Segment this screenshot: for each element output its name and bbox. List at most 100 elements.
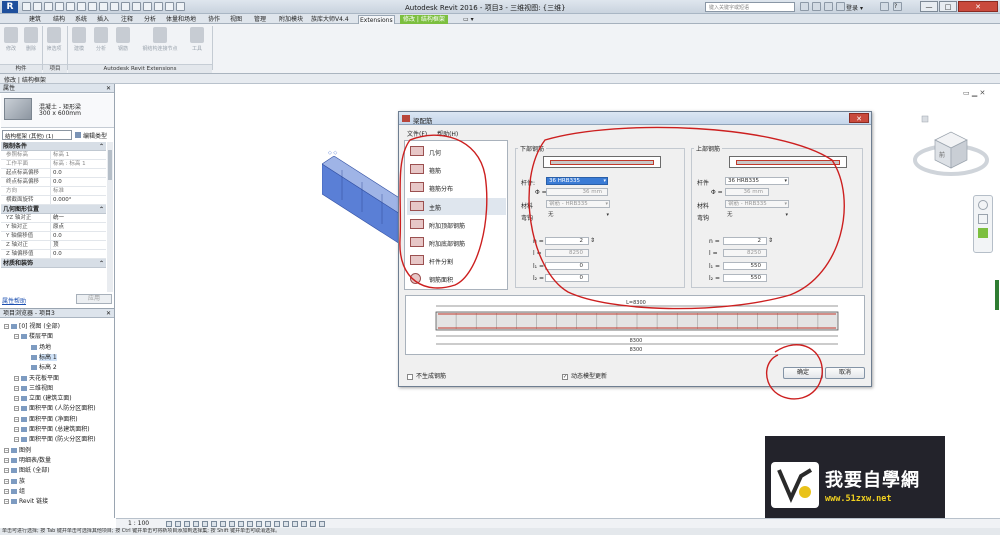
bottom-hook-select[interactable]: 无 ▾ <box>546 212 610 220</box>
expand-icon[interactable]: − <box>14 427 19 432</box>
browser-item[interactable]: − 族 <box>4 476 25 485</box>
view-control-icon[interactable] <box>175 521 181 527</box>
home-icon[interactable] <box>921 115 929 123</box>
collapse-icon[interactable]: ⌃ <box>99 206 104 213</box>
expand-icon[interactable]: − <box>4 478 9 484</box>
prop-value[interactable]: 0.0 <box>51 169 106 177</box>
view-control-icon[interactable] <box>238 521 244 527</box>
ok-button[interactable]: 确定 <box>783 367 823 379</box>
dynamic-update-checkbox[interactable]: ✓ 动态模型更新 <box>562 371 607 380</box>
expand-icon[interactable]: − <box>4 324 9 329</box>
prop-section-header[interactable]: 材质和装饰 ⌃ <box>1 259 106 268</box>
view-control-icon[interactable] <box>265 521 271 527</box>
dimension-icon[interactable] <box>99 2 108 11</box>
user-icon[interactable] <box>836 2 845 11</box>
view-window-controls[interactable]: ▭ ▁ ✕ <box>963 89 985 97</box>
param-field[interactable]: 0 <box>545 274 589 282</box>
binoculars-icon[interactable] <box>800 2 809 11</box>
prop-value[interactable]: 原点 <box>51 223 106 231</box>
expand-icon[interactable]: − <box>14 396 19 402</box>
view-control-icon[interactable] <box>256 521 262 527</box>
browser-item[interactable]: − 明细表/数量 <box>4 455 51 464</box>
collapse-icon[interactable]: ⌃ <box>99 143 104 150</box>
expand-icon[interactable]: − <box>14 334 19 340</box>
zoom-icon[interactable] <box>978 214 988 224</box>
analyze-button[interactable]: 分析 <box>92 27 110 52</box>
browser-item[interactable]: − 天花板平面 <box>14 373 59 382</box>
checkbox-box[interactable] <box>407 373 413 380</box>
modify-button[interactable]: 修改 <box>2 27 20 52</box>
bottom-bar-select[interactable]: 36 HRB335 ▾ <box>546 177 608 185</box>
help-icon[interactable]: ? <box>893 2 902 11</box>
expand-icon[interactable]: − <box>14 375 19 381</box>
revit-app-button[interactable]: R <box>2 1 18 13</box>
no-rebar-checkbox[interactable]: 不生成钢筋 <box>407 371 446 380</box>
steering-wheel-icon[interactable] <box>978 200 988 210</box>
instance-filter-select[interactable]: 结构框架 (其他) (1) <box>2 130 72 140</box>
category-item[interactable]: 附加底部钢筋 <box>407 234 506 251</box>
search-input[interactable]: 键入关键字或短语 <box>705 2 795 12</box>
browser-item[interactable]: − 立面 (建筑立面) <box>14 393 72 402</box>
nav-extra-icon[interactable] <box>978 228 988 238</box>
category-item[interactable]: 几何 <box>407 143 506 160</box>
view-control-icon[interactable] <box>310 521 316 527</box>
category-item[interactable]: 箍筋分布 <box>407 179 506 196</box>
model-button[interactable]: 建模 <box>70 27 88 52</box>
view-scale[interactable]: 1 : 100 <box>128 520 149 527</box>
view-control-icon[interactable] <box>247 521 253 527</box>
login-link[interactable]: 登录 ▾ <box>846 3 863 12</box>
expand-icon[interactable] <box>24 355 29 360</box>
tab-2[interactable]: 系统 <box>74 15 88 24</box>
apply-button[interactable]: 应用 <box>76 294 112 304</box>
measure-icon[interactable] <box>88 2 97 11</box>
spinner-icon[interactable]: ⇕ <box>768 237 773 244</box>
navigation-bar[interactable] <box>973 195 993 253</box>
tab-6[interactable]: 体量和场地 <box>165 15 197 24</box>
collapse-icon[interactable]: ⌃ <box>99 260 104 267</box>
expand-icon[interactable]: − <box>4 499 9 505</box>
save-icon[interactable] <box>33 2 42 11</box>
prop-value[interactable]: 统一 <box>51 214 106 222</box>
param-field[interactable]: 550 <box>723 274 767 282</box>
tab-0[interactable]: 建筑 <box>28 15 42 24</box>
properties-help-link[interactable]: 属性帮助 <box>2 296 26 305</box>
expand-icon[interactable]: − <box>14 437 19 443</box>
rebar-button[interactable]: 钢筋 <box>114 27 132 52</box>
menu-help[interactable]: 帮助(H) <box>437 131 458 138</box>
view-control-icon[interactable] <box>184 521 190 527</box>
browser-item[interactable]: − Revit 链接 <box>4 496 48 505</box>
delete-button[interactable]: 删除 <box>22 27 40 52</box>
expand-icon[interactable]: − <box>4 488 9 494</box>
tab-11[interactable]: 族库大师V4.4 <box>310 15 350 24</box>
browser-item[interactable]: − 三维视图 <box>14 383 53 392</box>
tab-1[interactable]: 结构 <box>52 15 66 24</box>
close-icon[interactable]: ✕ <box>106 85 111 92</box>
tab-9[interactable]: 管理 <box>253 15 267 24</box>
expand-icon[interactable]: − <box>14 406 19 412</box>
expand-icon[interactable] <box>24 345 29 350</box>
browser-item[interactable]: 场地 <box>24 342 51 351</box>
view-control-icon[interactable] <box>301 521 307 527</box>
expand-icon[interactable] <box>24 365 29 370</box>
top-hook-select[interactable]: 无 ▾ <box>725 212 789 220</box>
dialog-titlebar[interactable]: 梁配筋 ✕ <box>399 112 871 125</box>
maximize-button[interactable]: □ <box>939 1 957 12</box>
browser-item[interactable]: − 楼层平面 <box>14 331 53 340</box>
filter-button[interactable]: 筛选项 <box>45 27 63 52</box>
browser-item[interactable]: − 面积平面 (防火分区面积) <box>14 434 96 443</box>
view-control-icon[interactable] <box>166 521 172 527</box>
prop-value[interactable]: 顶 <box>51 241 106 249</box>
properties-scrollbar[interactable] <box>107 142 113 292</box>
browser-item[interactable]: − 图纸 (全部) <box>4 465 50 474</box>
open-icon[interactable] <box>22 2 31 11</box>
spinner-icon[interactable]: ⇕ <box>590 237 595 244</box>
view-control-icon[interactable] <box>220 521 226 527</box>
dialog-close-button[interactable]: ✕ <box>849 113 869 123</box>
ribbon-minimize-icon[interactable]: ▭ ▾ <box>462 15 475 24</box>
browser-item[interactable]: 标高 2 <box>24 362 57 371</box>
tab-4[interactable]: 注释 <box>120 15 134 24</box>
browser-item[interactable]: − 面积平面 (净面积) <box>14 414 78 423</box>
steel-connection-button[interactable]: 钢结构连接节点 <box>138 27 182 52</box>
exchange-icon[interactable] <box>880 2 889 11</box>
tab-7[interactable]: 协作 <box>207 15 221 24</box>
